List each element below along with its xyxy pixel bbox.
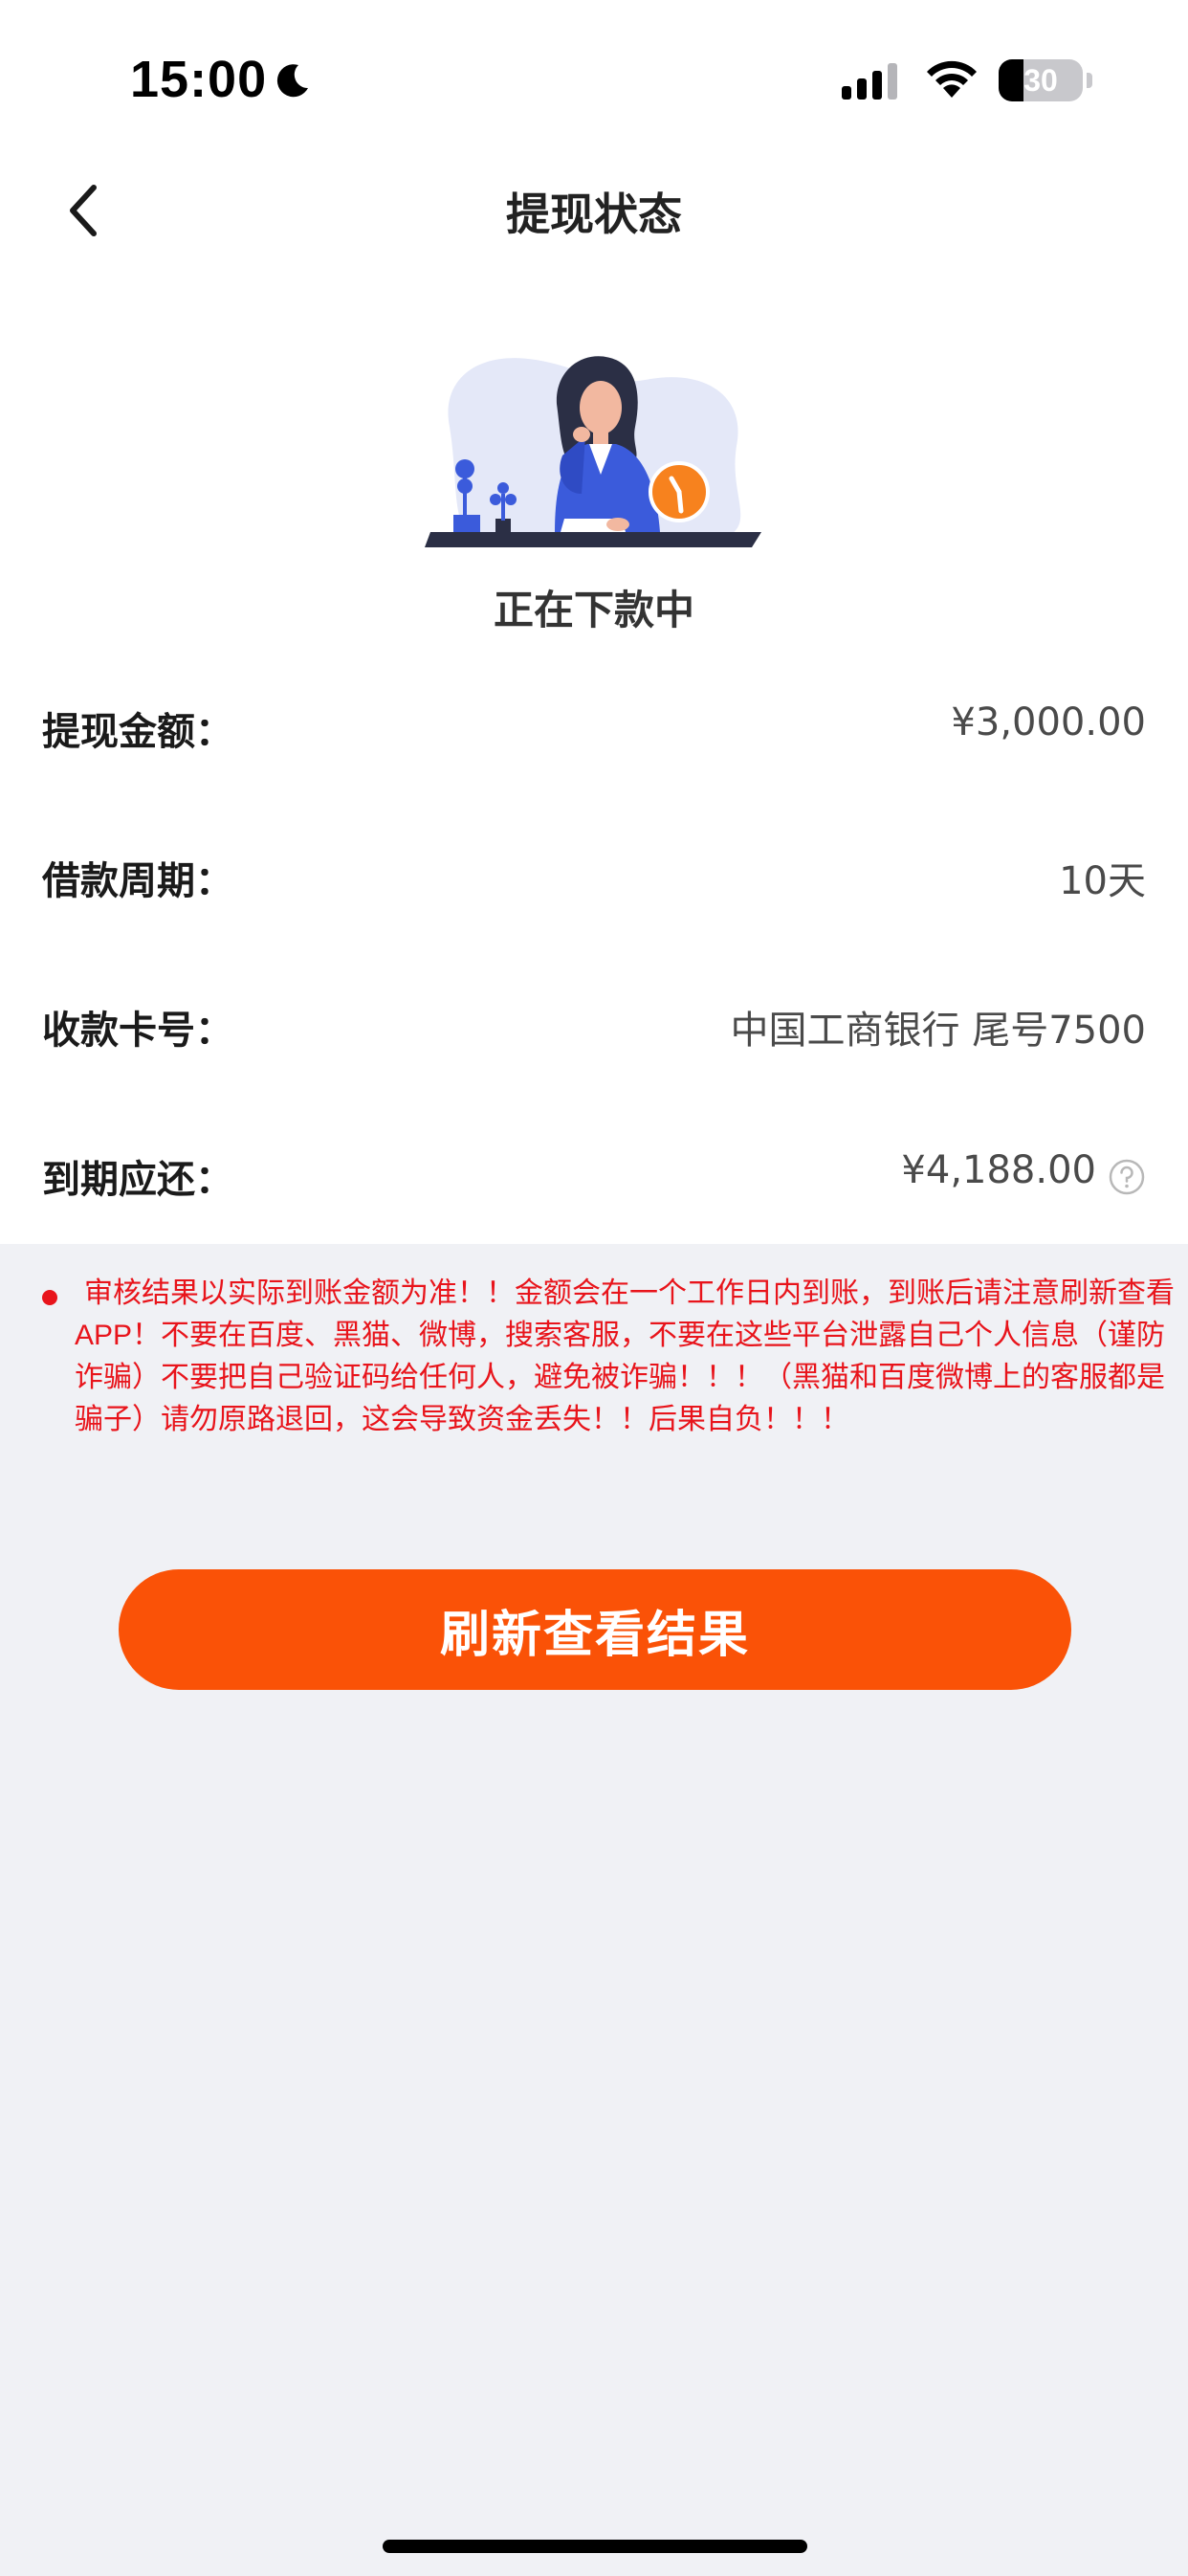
help-question-icon[interactable] (1108, 1158, 1146, 1196)
row-loan-period: 借款周期： 10天 (42, 842, 1146, 909)
refresh-result-button[interactable]: 刷新查看结果 (119, 1569, 1071, 1690)
moon-icon (276, 64, 308, 98)
row-label: 借款周期： (42, 859, 233, 903)
row-value: 10天 (1059, 859, 1146, 903)
cellular-signal-icon (842, 63, 897, 100)
row-label: 收款卡号： (42, 1009, 233, 1053)
nav-bar: 提现状态 (0, 153, 1188, 264)
row-withdraw-amount: 提现金额： ¥3,000.00 (42, 693, 1146, 760)
notice-bullet-icon (42, 1290, 57, 1305)
row-card-number: 收款卡号： 中国工商银行 尾号7500 (42, 991, 1146, 1058)
battery-icon: 30 (999, 59, 1083, 101)
row-due-repayment: 到期应还： ¥4,188.00 (42, 1141, 1146, 1208)
home-indicator[interactable] (383, 2540, 807, 2553)
status-time: 15:00 (130, 51, 268, 108)
battery-level-text: 30 (1023, 63, 1058, 98)
row-label: 到期应还： (42, 1158, 233, 1202)
wifi-icon (927, 60, 977, 98)
battery-cap (1087, 73, 1092, 88)
withdraw-status-text: 正在下款中 (493, 587, 694, 633)
waiting-woman-illustration (425, 356, 761, 547)
notice-text: 审核结果以实际到账金额为准！！金额会在一个工作日内到账，到账后请注意刷新查看AP… (75, 1277, 1175, 1435)
row-value: ¥4,188.00 (901, 1148, 1096, 1192)
row-value: ¥3,000.00 (951, 700, 1146, 744)
row-label: 提现金额： (42, 710, 233, 754)
row-value: 中国工商银行 尾号7500 (730, 1009, 1146, 1053)
status-bar: 15:00 30 (0, 0, 1188, 153)
page-title: 提现状态 (506, 189, 682, 240)
withdraw-status-card: 正在下款中 提现金额： ¥3,000.00 借款周期： 10天 收款卡号： 中国… (0, 264, 1188, 1244)
